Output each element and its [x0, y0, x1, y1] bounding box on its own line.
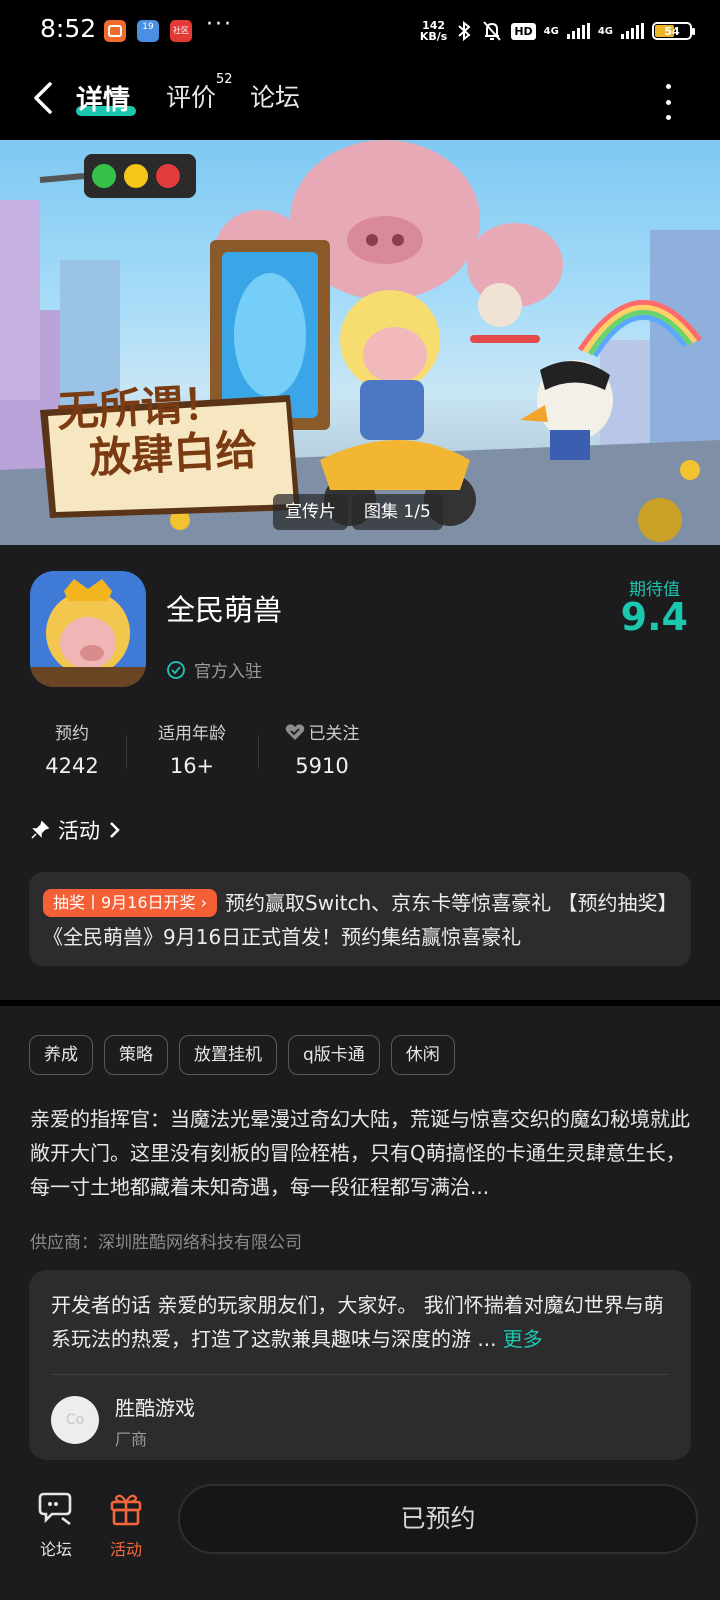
- tab-forum[interactable]: 论坛: [250, 78, 300, 114]
- battery-level: 54: [664, 24, 680, 38]
- status-more: ···: [206, 12, 233, 37]
- divider: [51, 1374, 669, 1375]
- stat-value: 16+: [169, 754, 215, 778]
- status-bar: 8:52 19 社区 ··· 142 KB/s HD 4G 4G 54: [0, 0, 720, 64]
- reserved-button[interactable]: 已预约: [178, 1484, 698, 1554]
- dot: [665, 115, 671, 120]
- verified-check-icon: [167, 660, 185, 679]
- stat-followers[interactable]: 已关注 5910: [282, 719, 362, 778]
- developer-card[interactable]: 开发者的话 亲爱的玩家朋友们，大家好。 我们怀揣着对魔幻世界与萌系玩法的热爱，打…: [29, 1270, 691, 1460]
- lottery-badge: 抽奖丨9月16日开奖 ›: [43, 889, 218, 917]
- community-label: 社区: [173, 26, 189, 35]
- developer-role: 厂商: [115, 1430, 148, 1449]
- pin-icon: [31, 820, 50, 839]
- stat-label: 预约: [55, 724, 89, 744]
- tag-chip[interactable]: 休闲: [390, 1035, 455, 1075]
- sim2-network: 4G: [597, 25, 613, 37]
- signal-1-icon: [566, 23, 590, 39]
- dot: [665, 99, 671, 105]
- gallery-counter[interactable]: 图集 1/5: [352, 494, 443, 530]
- followed-label: 已关注: [308, 724, 360, 744]
- mute-bell-icon: [483, 21, 502, 41]
- review-count: 52: [216, 72, 233, 87]
- tag-list: 养成 策略 放置挂机 q版卡通 休闲: [29, 1035, 455, 1075]
- status-time: 8:52: [40, 14, 97, 43]
- activity-card[interactable]: 抽奖丨9月16日开奖 › 预约赢取Switch、京东卡等惊喜豪礼 【预约抽奖】《全…: [29, 872, 691, 966]
- activity-content: 抽奖丨9月16日开奖 › 预约赢取Switch、京东卡等惊喜豪礼 【预约抽奖】《全…: [43, 886, 677, 954]
- calendar-day: 19: [142, 22, 154, 32]
- game-app-icon: [30, 571, 146, 687]
- battery-icon: 54: [652, 22, 695, 40]
- forum-button[interactable]: 论坛: [26, 1490, 86, 1560]
- game-info: 全民萌兽 官方入驻 期待值 9.4 预约 4242 适用年龄 16+ 已关注 5…: [0, 545, 720, 1000]
- chevron-left-icon: [34, 82, 52, 114]
- stat-label: 已关注: [282, 719, 362, 744]
- stat-divider: [126, 735, 127, 769]
- developer-words-text: 开发者的话 亲爱的玩家朋友们，大家好。 我们怀揣着对魔幻世界与萌系玩法的热爱，打…: [51, 1293, 664, 1351]
- red-community-icon: 社区: [170, 20, 192, 42]
- lottery-badge-text: 抽奖丨9月16日开奖: [53, 893, 196, 912]
- forum-label: 论坛: [39, 1540, 72, 1559]
- dot: [665, 84, 671, 89]
- back-button[interactable]: [26, 76, 66, 120]
- developer-words: 开发者的话 亲爱的玩家朋友们，大家好。 我们怀揣着对魔幻世界与萌系玩法的热爱，打…: [51, 1288, 671, 1356]
- more-link[interactable]: 更多: [503, 1327, 543, 1351]
- stat-value: 5910: [295, 754, 349, 778]
- developer-name[interactable]: 胜酷游戏: [115, 1392, 195, 1421]
- official-badge: 官方入驻: [166, 657, 262, 682]
- signal-2-icon: [621, 23, 644, 39]
- net-speed-unit: KB/s: [419, 30, 448, 43]
- bottom-action-bar: 论坛 活动 已预约: [0, 1470, 720, 1600]
- developer-avatar[interactable]: Co: [51, 1396, 99, 1444]
- gift-icon: [110, 1494, 142, 1526]
- official-label: 官方入驻: [194, 662, 262, 682]
- game-details: 养成 策略 放置挂机 q版卡通 休闲 亲爱的指挥官：当魔法光晕漫过奇幻大陆，荒诞…: [0, 1006, 720, 1470]
- top-nav: 详情 评价 52 论坛: [0, 64, 720, 140]
- game-logo: 无所谓！ 放肆白给: [56, 376, 301, 484]
- red-app-icon: [104, 20, 126, 42]
- chat-bubble-icon: [38, 1492, 72, 1526]
- expectation-score: 9.4: [620, 595, 688, 639]
- stat-age-rating: 适用年龄 16+: [152, 719, 232, 778]
- hd-badge: HD: [511, 22, 536, 40]
- game-description[interactable]: 亲爱的指挥官：当魔法光晕漫过奇幻大陆，荒诞与惊喜交织的魔幻秘境就此敞开大门。这里…: [30, 1102, 694, 1204]
- stat-value: 4242: [45, 754, 99, 778]
- game-title: 全民萌兽: [166, 593, 283, 627]
- stat-label: 适用年龄: [158, 724, 226, 744]
- tag-chip[interactable]: 策略: [104, 1035, 168, 1075]
- net-speed: 142 KB/s: [420, 20, 447, 42]
- chevron-right-icon: [110, 822, 120, 838]
- tag-chip[interactable]: q版卡通: [288, 1035, 380, 1075]
- tag-chip[interactable]: 放置挂机: [179, 1035, 277, 1075]
- blue-calendar-icon: 19: [137, 20, 159, 42]
- heart-check-icon: [285, 723, 304, 740]
- supplier-info: 供应商：深圳胜酷网络科技有限公司: [30, 1233, 302, 1253]
- banner-artwork: [0, 140, 720, 545]
- promo-banner[interactable]: 无所谓！ 放肆白给 宣传片 图集 1/5: [0, 140, 720, 545]
- bluetooth-icon: [458, 20, 471, 42]
- tab-reviews[interactable]: 评价: [166, 78, 216, 114]
- stat-divider: [258, 735, 259, 769]
- activity-label: 活动: [109, 1540, 142, 1559]
- tab-details[interactable]: 详情: [76, 78, 130, 117]
- promo-video-button[interactable]: 宣传片: [273, 494, 348, 530]
- activity-title: 活动: [58, 819, 100, 843]
- activity-section-header[interactable]: 活动: [30, 815, 122, 845]
- sim1-network: 4G: [543, 25, 559, 37]
- tag-chip[interactable]: 养成: [29, 1035, 93, 1075]
- more-options-button[interactable]: [660, 84, 676, 120]
- activity-button[interactable]: 活动: [96, 1490, 156, 1560]
- stat-reservations: 预约 4242: [44, 719, 100, 778]
- status-right: 142 KB/s HD 4G 4G 54: [420, 16, 695, 46]
